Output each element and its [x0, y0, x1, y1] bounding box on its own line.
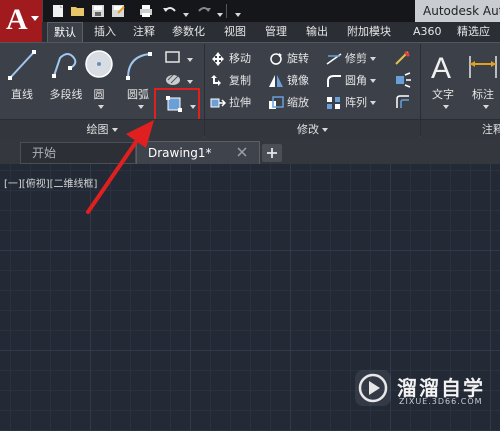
stretch-label: 拉伸 [229, 96, 251, 109]
highlight-box [154, 88, 200, 122]
circle-icon [85, 50, 113, 78]
scale-label: 缩放 [287, 96, 309, 109]
text-dropdown-icon[interactable] [440, 100, 449, 113]
line-icon [8, 50, 36, 80]
rotate-button[interactable]: 旋转 [268, 49, 309, 69]
fillet-dropdown-icon[interactable] [370, 79, 376, 83]
app-logo-letter: A [6, 3, 28, 36]
rectangle-icon[interactable] [165, 50, 181, 64]
text-icon: A [431, 52, 451, 85]
trim-button[interactable]: 修剪 [326, 49, 376, 69]
mirror-button[interactable]: 镜像 [268, 71, 309, 91]
copy-icon [210, 74, 226, 88]
arc-icon [126, 52, 152, 80]
dimension-icon [469, 56, 497, 78]
fillet-icon [326, 74, 342, 88]
move-icon [210, 52, 226, 66]
offset-icon[interactable] [394, 94, 412, 110]
window-title: Autodesk Aut [415, 0, 500, 22]
fillet-label: 圆角 [345, 74, 367, 87]
erase-icon[interactable] [394, 50, 412, 66]
open-icon[interactable] [70, 3, 86, 19]
undo-dropdown-icon[interactable] [180, 8, 189, 21]
array-label: 阵列 [345, 96, 367, 109]
annotation-arrow [86, 120, 154, 214]
tab-parametric[interactable]: 参数化 [166, 22, 211, 42]
mirror-label: 镜像 [287, 74, 309, 87]
copy-label: 复制 [229, 74, 251, 87]
array-button[interactable]: 阵列 [326, 93, 376, 113]
customize-icon[interactable] [232, 8, 241, 21]
explode-icon[interactable] [394, 72, 412, 88]
tab-annotate[interactable]: 注释 [127, 22, 161, 42]
dimension-button[interactable] [466, 52, 500, 82]
tab-output[interactable]: 输出 [300, 22, 334, 42]
qat-separator [226, 4, 227, 18]
scale-icon [268, 96, 284, 110]
rotate-label: 旋转 [287, 52, 309, 65]
tab-manage[interactable]: 管理 [259, 22, 293, 42]
rotate-icon [268, 52, 284, 66]
print-icon[interactable] [138, 3, 154, 19]
tab-view[interactable]: 视图 [218, 22, 252, 42]
text-button[interactable]: A [428, 48, 458, 85]
hatch-icon[interactable] [165, 72, 181, 86]
watermark-logo-icon [355, 370, 391, 406]
hatch-dropdown-icon[interactable] [184, 75, 193, 88]
tab-insert[interactable]: 插入 [88, 22, 122, 42]
circle-button[interactable] [84, 48, 114, 84]
save-icon[interactable] [90, 3, 106, 19]
svg-text:A: A [431, 52, 451, 84]
trim-icon [326, 52, 342, 66]
line-button[interactable] [6, 48, 38, 84]
tab-featured[interactable]: 精选应 [451, 22, 496, 42]
new-icon[interactable] [50, 3, 66, 19]
redo-dropdown-icon[interactable] [214, 8, 223, 21]
application-menu-button[interactable]: A [0, 0, 43, 42]
polyline-icon [52, 53, 77, 78]
array-dropdown-icon[interactable] [370, 101, 376, 105]
modify-panel-title[interactable]: 修改 [205, 119, 420, 139]
close-icon[interactable] [236, 146, 248, 158]
saveas-icon[interactable] [110, 3, 126, 19]
annotation-panel-title[interactable]: 注释 [421, 119, 500, 138]
circle-dropdown-icon[interactable] [95, 100, 104, 113]
tab-home[interactable]: 默认 [47, 22, 83, 42]
line-label: 直线 [11, 88, 33, 101]
trim-label: 修剪 [345, 52, 367, 65]
annotation-panel-title-text: 注释 [482, 123, 500, 136]
undo-icon[interactable] [162, 3, 178, 19]
copy-button[interactable]: 复制 [210, 71, 251, 91]
dimension-dropdown-icon[interactable] [480, 100, 489, 113]
stretch-button[interactable]: 拉伸 [210, 93, 251, 113]
mirror-icon [268, 74, 284, 88]
arc-button[interactable] [122, 48, 154, 84]
move-button[interactable]: 移动 [210, 49, 251, 69]
polyline-label: 多段线 [49, 88, 83, 101]
move-label: 移动 [229, 52, 251, 65]
trim-dropdown-icon[interactable] [370, 57, 376, 61]
plus-icon [267, 148, 277, 158]
watermark-url: ZIXUE.3D66.COM [399, 397, 483, 406]
array-icon [326, 96, 342, 110]
polyline-button[interactable] [48, 48, 84, 84]
scale-button[interactable]: 缩放 [268, 93, 309, 113]
tab-addins[interactable]: 附加模块 [341, 22, 397, 42]
stretch-icon [210, 96, 227, 110]
modify-panel-title-text: 修改 [297, 123, 319, 136]
new-tab-button[interactable] [262, 144, 282, 162]
tab-a360[interactable]: A360 [407, 22, 448, 42]
chevron-down-icon [31, 16, 39, 21]
fillet-button[interactable]: 圆角 [326, 71, 376, 91]
doctab-start-label: 开始 [32, 146, 57, 160]
rectangle-dropdown-icon[interactable] [184, 53, 193, 66]
arc-dropdown-icon[interactable] [135, 100, 144, 113]
redo-icon[interactable] [196, 3, 212, 19]
